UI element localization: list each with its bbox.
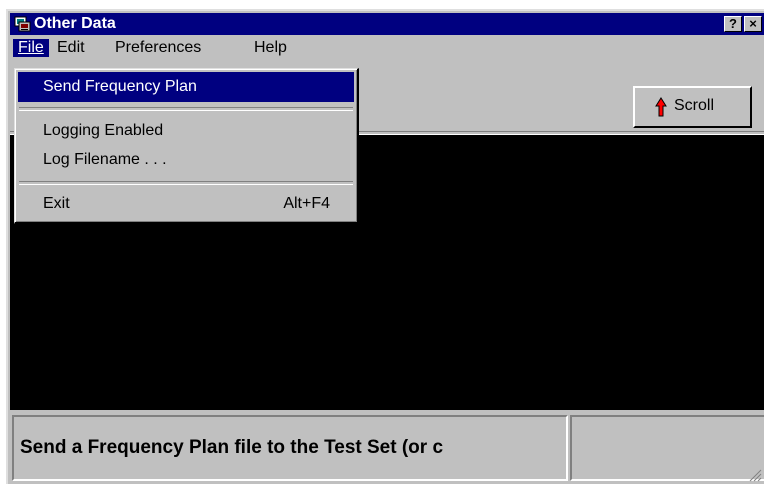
title-bar[interactable]: Other Data ? × — [10, 13, 764, 35]
menu-item-accelerator: Alt+F4 — [283, 195, 330, 212]
app-icon[interactable] — [14, 15, 31, 32]
resize-grip-icon[interactable] — [748, 468, 762, 482]
menu-file[interactable]: File — [13, 39, 49, 57]
file-menu-dropdown: Send Frequency Plan Logging Enabled Log … — [14, 68, 359, 224]
menu-help-label: Help — [254, 39, 287, 56]
menu-edit[interactable]: Edit — [52, 39, 90, 57]
menu-item-logging-enabled[interactable]: Logging Enabled — [18, 116, 354, 146]
menu-item-label: Logging Enabled — [43, 122, 164, 139]
menu-item-label: Exit — [43, 195, 70, 212]
menu-item-exit[interactable]: Exit Alt+F4 — [18, 189, 354, 219]
red-up-arrow-icon — [655, 97, 667, 117]
menu-separator — [19, 107, 353, 111]
menu-item-label: Log Filename . . . — [43, 151, 167, 168]
scroll-button[interactable]: Scroll — [633, 86, 752, 128]
help-button[interactable]: ? — [724, 16, 742, 32]
menu-item-label: Send Frequency Plan — [43, 78, 197, 95]
menu-preferences-label: Preferences — [115, 39, 202, 56]
menu-separator — [19, 181, 353, 185]
menu-help[interactable]: Help — [249, 39, 292, 57]
status-message: Send a Frequency Plan file to the Test S… — [20, 437, 444, 458]
menu-bar: File Edit Preferences Help — [10, 37, 764, 59]
menu-item-log-filename[interactable]: Log Filename . . . — [18, 145, 354, 175]
menu-preferences[interactable]: Preferences — [110, 39, 206, 57]
status-bar: Send a Frequency Plan file to the Test S… — [10, 412, 764, 484]
menu-edit-label: Edit — [57, 39, 85, 56]
status-message-panel: Send a Frequency Plan file to the Test S… — [12, 415, 568, 481]
menu-item-send-frequency-plan[interactable]: Send Frequency Plan — [18, 72, 354, 102]
close-button[interactable]: × — [744, 16, 762, 32]
scroll-button-label: Scroll — [674, 97, 715, 114]
menu-file-label: File — [18, 39, 44, 56]
status-secondary-panel — [570, 415, 764, 481]
window-title: Other Data — [34, 15, 116, 32]
